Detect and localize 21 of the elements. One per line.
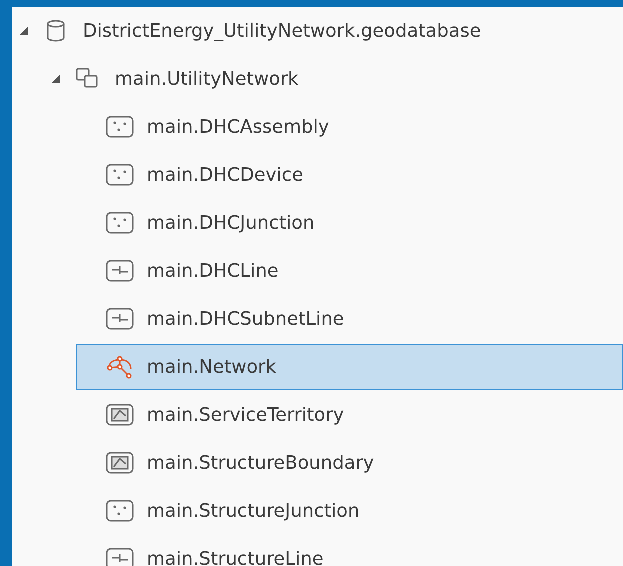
tree-item[interactable]: main.ServiceTerritory	[76, 392, 623, 438]
line-layer-icon	[105, 547, 135, 566]
point-layer-icon	[105, 163, 135, 187]
tree-item[interactable]: main.UtilityNetwork	[44, 56, 623, 102]
tree-item[interactable]: main.StructureLine	[76, 536, 623, 566]
tree-item[interactable]: main.DHCDevice	[76, 152, 623, 198]
point-layer-icon	[105, 499, 135, 523]
tree-item[interactable]: main.DHCJunction	[76, 200, 623, 246]
point-layer-icon	[105, 211, 135, 235]
line-layer-icon	[105, 307, 135, 331]
tree-item[interactable]: DistrictEnergy_UtilityNetwork.geodatabase	[12, 8, 623, 54]
tree-item[interactable]: main.DHCAssembly	[76, 104, 623, 150]
tree-item[interactable]: main.StructureBoundary	[76, 440, 623, 486]
polygon-layer-icon	[105, 403, 135, 427]
tree-item[interactable]: main.StructureJunction	[76, 488, 623, 534]
tree-item[interactable]: main.DHCSubnetLine	[76, 296, 623, 342]
tree-item[interactable]: main.DHCLine	[76, 248, 623, 294]
polygon-layer-icon	[105, 451, 135, 475]
tree-item[interactable]: main.Network	[76, 344, 623, 390]
line-layer-icon	[105, 259, 135, 283]
point-layer-icon	[105, 115, 135, 139]
